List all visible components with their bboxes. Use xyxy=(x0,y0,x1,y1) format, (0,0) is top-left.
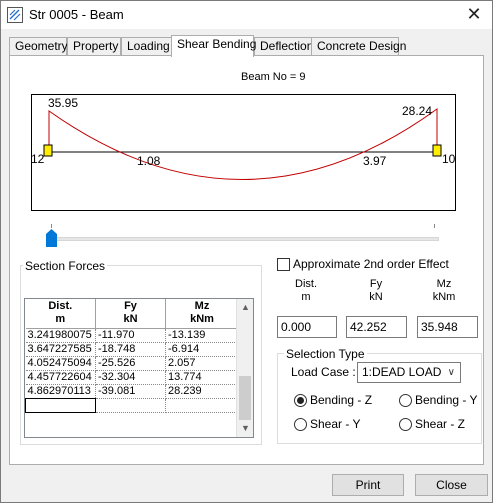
tab-concrete-design[interactable]: Concrete Design xyxy=(311,37,406,56)
second-order-label: Approximate 2nd order Effect xyxy=(293,257,449,271)
bending-z-radio[interactable] xyxy=(294,394,307,407)
dist-field[interactable]: 0.000 xyxy=(277,316,337,338)
mz-field[interactable]: 35.948 xyxy=(417,316,478,338)
table-cell[interactable]: 3.241980075 xyxy=(25,328,96,343)
shear-y-label[interactable]: Shear - Y xyxy=(310,417,360,431)
column-header-mz[interactable]: Mz kNm xyxy=(165,299,239,329)
table-cell-new[interactable] xyxy=(25,397,96,413)
slider-tick-start xyxy=(51,224,52,228)
close-icon[interactable]: ✕ xyxy=(456,1,492,29)
bending-y-radio[interactable] xyxy=(399,394,412,407)
column-header-fy[interactable]: Fy kN xyxy=(95,299,166,329)
load-case-label: Load Case : xyxy=(291,365,356,379)
tab-property[interactable]: Property xyxy=(67,37,121,56)
tab-strip: Geometry Property Loading Shear Bending … xyxy=(9,35,489,57)
window-title: Str 0005 - Beam xyxy=(29,7,124,22)
column-header-dist[interactable]: Dist. m xyxy=(25,299,96,329)
table-row[interactable]: 4.862970113 -39.081 28.239 xyxy=(25,384,239,399)
table-scrollbar[interactable]: ▲ ▼ xyxy=(236,299,253,437)
table-cell[interactable]: 3.647227585 xyxy=(25,342,96,357)
beam-dialog: Str 0005 - Beam ✕ Geometry Property Load… xyxy=(0,0,493,503)
shear-z-radio[interactable] xyxy=(399,418,412,431)
section-forces-table[interactable]: Dist. m Fy kN Mz kNm 3.241980075 -11.970 -1… xyxy=(24,298,254,438)
print-button[interactable]: Print xyxy=(332,474,404,496)
table-row-new[interactable] xyxy=(25,397,239,413)
bending-moment-diagram: 35.95 28.24 12 10 1.08 3.97 xyxy=(31,94,456,211)
table-cell[interactable]: 4.052475094 xyxy=(25,356,96,371)
scroll-thumb[interactable] xyxy=(239,376,251,420)
table-row[interactable]: 3.241980075 -11.970 -13.139 xyxy=(25,328,239,343)
tab-loading[interactable]: Loading xyxy=(121,37,173,56)
table-cell[interactable] xyxy=(95,398,166,413)
shear-y-radio[interactable] xyxy=(294,418,307,431)
table-cell[interactable]: -39.081 xyxy=(95,384,166,399)
tab-shear-bending[interactable]: Shear Bending xyxy=(171,35,256,57)
app-icon xyxy=(7,7,23,23)
table-row[interactable]: 4.052475094 -25.526 2.057 xyxy=(25,356,239,371)
load-case-value: 1:DEAD LOAD xyxy=(362,365,442,379)
tab-geometry[interactable]: Geometry xyxy=(9,37,68,56)
table-cell[interactable]: -25.526 xyxy=(95,356,166,371)
support-right xyxy=(432,144,442,157)
end-value-label: 28.24 xyxy=(402,104,432,118)
second-order-checkbox[interactable] xyxy=(277,258,290,271)
section-forces-label: Section Forces xyxy=(23,259,108,273)
table-cell[interactable]: -13.139 xyxy=(165,328,239,343)
selection-type-label: Selection Type xyxy=(284,347,367,361)
start-value-label: 35.95 xyxy=(48,96,78,110)
support-left xyxy=(43,144,53,157)
bending-y-label[interactable]: Bending - Y xyxy=(415,393,478,407)
start-node-label: 12 xyxy=(31,152,45,166)
position-slider-thumb[interactable] xyxy=(46,229,57,247)
load-case-dropdown[interactable]: 1:DEAD LOAD ∨ xyxy=(357,362,461,383)
table-cell[interactable]: 2.057 xyxy=(165,356,239,371)
end-node-label: 10 xyxy=(442,152,456,166)
position-slider-track[interactable] xyxy=(51,237,439,241)
table-cell[interactable]: -11.970 xyxy=(95,328,166,343)
tab-deflection[interactable]: Deflection xyxy=(254,37,313,56)
scroll-down-icon[interactable]: ▼ xyxy=(237,420,253,437)
chevron-down-icon: ∨ xyxy=(447,367,455,378)
fy-header: Fy kN xyxy=(369,278,383,303)
shear-z-label[interactable]: Shear - Z xyxy=(415,417,465,431)
bending-z-label[interactable]: Bending - Z xyxy=(310,393,372,407)
dist-header: Dist. m xyxy=(295,278,317,303)
fy-field[interactable]: 42.252 xyxy=(346,316,407,338)
beam-number-label: Beam No = 9 xyxy=(241,71,306,83)
mz-header: Mz kNm xyxy=(432,278,456,303)
title-bar: Str 0005 - Beam ✕ xyxy=(1,1,492,29)
table-row[interactable]: 4.457722604 -32.304 13.774 xyxy=(25,370,239,385)
table-cell[interactable]: -18.748 xyxy=(95,342,166,357)
table-cell[interactable]: 4.457722604 xyxy=(25,370,96,385)
close-button[interactable]: Close xyxy=(415,474,488,496)
table-cell[interactable]: -32.304 xyxy=(95,370,166,385)
table-cell[interactable]: 28.239 xyxy=(165,384,239,399)
table-cell[interactable]: 13.774 xyxy=(165,370,239,385)
table-cell[interactable]: -6.914 xyxy=(165,342,239,357)
zero-crossing-left-label: 1.08 xyxy=(137,154,161,168)
table-cell[interactable] xyxy=(165,398,239,413)
table-row[interactable]: 3.647227585 -18.748 -6.914 xyxy=(25,342,239,357)
table-cell[interactable]: 4.862970113 xyxy=(25,384,96,399)
scroll-up-icon[interactable]: ▲ xyxy=(237,299,253,316)
zero-crossing-right-label: 3.97 xyxy=(363,154,387,168)
slider-tick-end xyxy=(434,224,435,228)
